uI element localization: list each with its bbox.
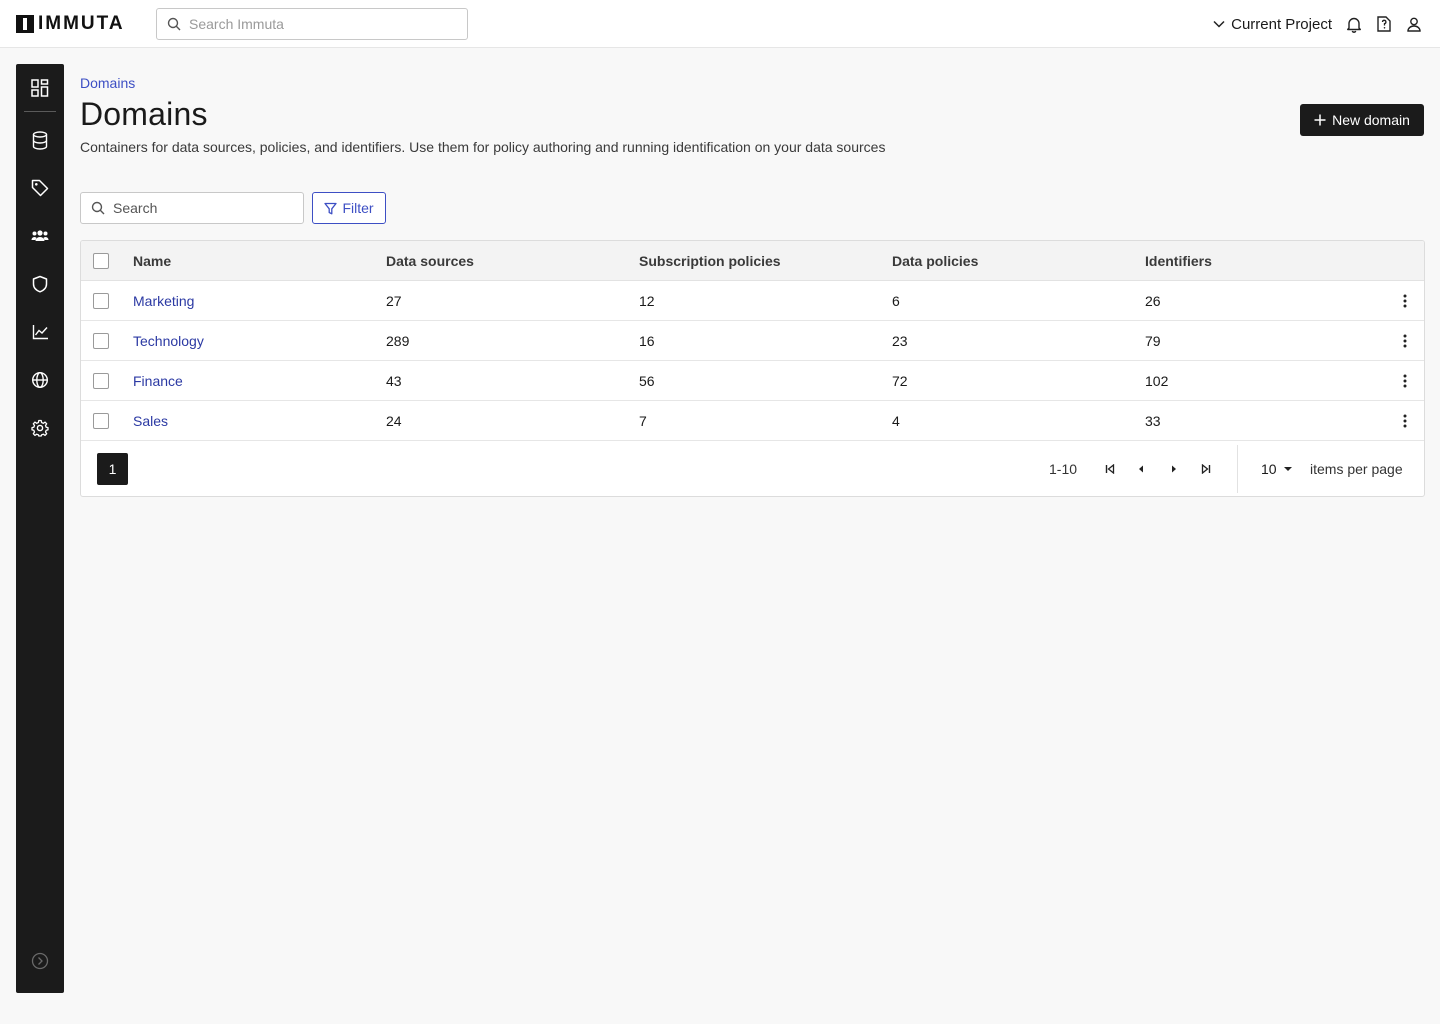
plus-icon (1314, 114, 1326, 126)
immuta-logo[interactable]: IMMUTA (16, 13, 125, 34)
previous-page-icon[interactable] (1131, 459, 1151, 479)
filter-button[interactable]: Filter (312, 192, 386, 224)
new-domain-button[interactable]: New domain (1300, 104, 1424, 136)
breadcrumb[interactable]: Domains (80, 75, 135, 91)
row-checkbox-cell (93, 401, 109, 441)
data-sources-count: 24 (386, 413, 402, 429)
column-subscription-policies[interactable]: Subscription policies (639, 241, 781, 281)
people-icon[interactable] (16, 212, 64, 260)
global-search-input[interactable] (189, 16, 459, 32)
subscription-policies-count: 16 (639, 333, 655, 349)
logo-mark-icon (16, 15, 34, 33)
document-help-icon[interactable] (1374, 14, 1394, 34)
caret-down-icon (1283, 467, 1292, 471)
domain-name-link[interactable]: Sales (133, 413, 168, 429)
more-options-icon[interactable] (1395, 291, 1415, 311)
tag-icon[interactable] (16, 164, 64, 212)
project-label: Current Project (1231, 15, 1332, 33)
top-right-actions: Current Project (1213, 0, 1424, 48)
items-per-page-label: items per page (1310, 461, 1403, 477)
more-options-icon[interactable] (1395, 411, 1415, 431)
data-policies-count: 72 (892, 373, 908, 389)
data-sources-count: 289 (386, 333, 410, 349)
logo-text: IMMUTA (38, 13, 125, 34)
top-bar: IMMUTA Current Project (0, 0, 1440, 48)
identifiers-count: 79 (1145, 333, 1161, 349)
search-icon (167, 17, 181, 31)
row-checkbox[interactable] (93, 293, 109, 309)
bell-icon[interactable] (1344, 14, 1364, 34)
subscription-policies-count: 12 (639, 293, 655, 309)
page-number-button[interactable]: 1 (97, 453, 128, 485)
domain-name-link[interactable]: Marketing (133, 293, 194, 309)
table-row: Marketing 27 12 6 26 (81, 281, 1424, 321)
table-row: Technology 289 16 23 79 (81, 321, 1424, 361)
table-header: Name Data sources Subscription policies … (81, 241, 1424, 281)
identifiers-count: 33 (1145, 413, 1161, 429)
database-icon[interactable] (16, 116, 64, 164)
row-checkbox[interactable] (93, 413, 109, 429)
row-checkbox-cell (93, 281, 109, 321)
filter-icon (324, 202, 338, 214)
more-options-icon[interactable] (1395, 371, 1415, 391)
chart-icon[interactable] (16, 308, 64, 356)
domain-name-link[interactable]: Technology (133, 333, 204, 349)
header-checkbox-cell (93, 241, 109, 281)
items-per-page-value: 10 (1261, 461, 1277, 477)
first-page-icon[interactable] (1100, 459, 1120, 479)
table-search-input[interactable] (113, 200, 293, 216)
domain-name-link[interactable]: Finance (133, 373, 183, 389)
identifiers-count: 102 (1145, 373, 1169, 389)
items-per-page-select[interactable]: 10 (1261, 453, 1293, 485)
data-sources-count: 43 (386, 373, 402, 389)
project-selector[interactable]: Current Project (1213, 16, 1332, 33)
data-sources-count: 27 (386, 293, 402, 309)
chevron-down-icon (1213, 20, 1225, 28)
shield-icon[interactable] (16, 260, 64, 308)
select-all-checkbox[interactable] (93, 253, 109, 269)
search-icon (91, 201, 105, 215)
column-identifiers[interactable]: Identifiers (1145, 241, 1212, 281)
column-name[interactable]: Name (133, 241, 171, 281)
more-options-icon[interactable] (1395, 331, 1415, 351)
new-domain-label: New domain (1332, 112, 1410, 128)
subscription-policies-count: 56 (639, 373, 655, 389)
side-navigation (16, 64, 64, 993)
column-data-sources[interactable]: Data sources (386, 241, 474, 281)
expand-chevron-icon[interactable] (16, 937, 64, 985)
dashboard-icon[interactable] (16, 64, 64, 112)
globe-icon[interactable] (16, 356, 64, 404)
table-row: Finance 43 56 72 102 (81, 361, 1424, 401)
identifiers-count: 26 (1145, 293, 1161, 309)
pager-divider (1237, 445, 1238, 493)
user-icon[interactable] (1404, 14, 1424, 34)
row-checkbox-cell (93, 321, 109, 361)
row-checkbox[interactable] (93, 373, 109, 389)
data-policies-count: 4 (892, 413, 900, 429)
page-range: 1-10 (1049, 461, 1078, 477)
gear-icon[interactable] (16, 404, 64, 452)
page-title: Domains (80, 96, 208, 132)
subscription-policies-count: 7 (639, 413, 647, 429)
domains-table: Name Data sources Subscription policies … (80, 240, 1425, 497)
next-page-icon[interactable] (1164, 459, 1184, 479)
last-page-icon[interactable] (1196, 459, 1216, 479)
table-search (80, 192, 304, 224)
data-policies-count: 6 (892, 293, 900, 309)
row-checkbox-cell (93, 361, 109, 401)
page-description: Containers for data sources, policies, a… (80, 139, 886, 155)
filter-label: Filter (342, 200, 374, 216)
global-search (156, 8, 468, 40)
data-policies-count: 23 (892, 333, 908, 349)
pagination: 1 1-10 10 items per page (81, 441, 1424, 496)
table-row: Sales 24 7 4 33 (81, 401, 1424, 441)
row-checkbox[interactable] (93, 333, 109, 349)
column-data-policies[interactable]: Data policies (892, 241, 978, 281)
